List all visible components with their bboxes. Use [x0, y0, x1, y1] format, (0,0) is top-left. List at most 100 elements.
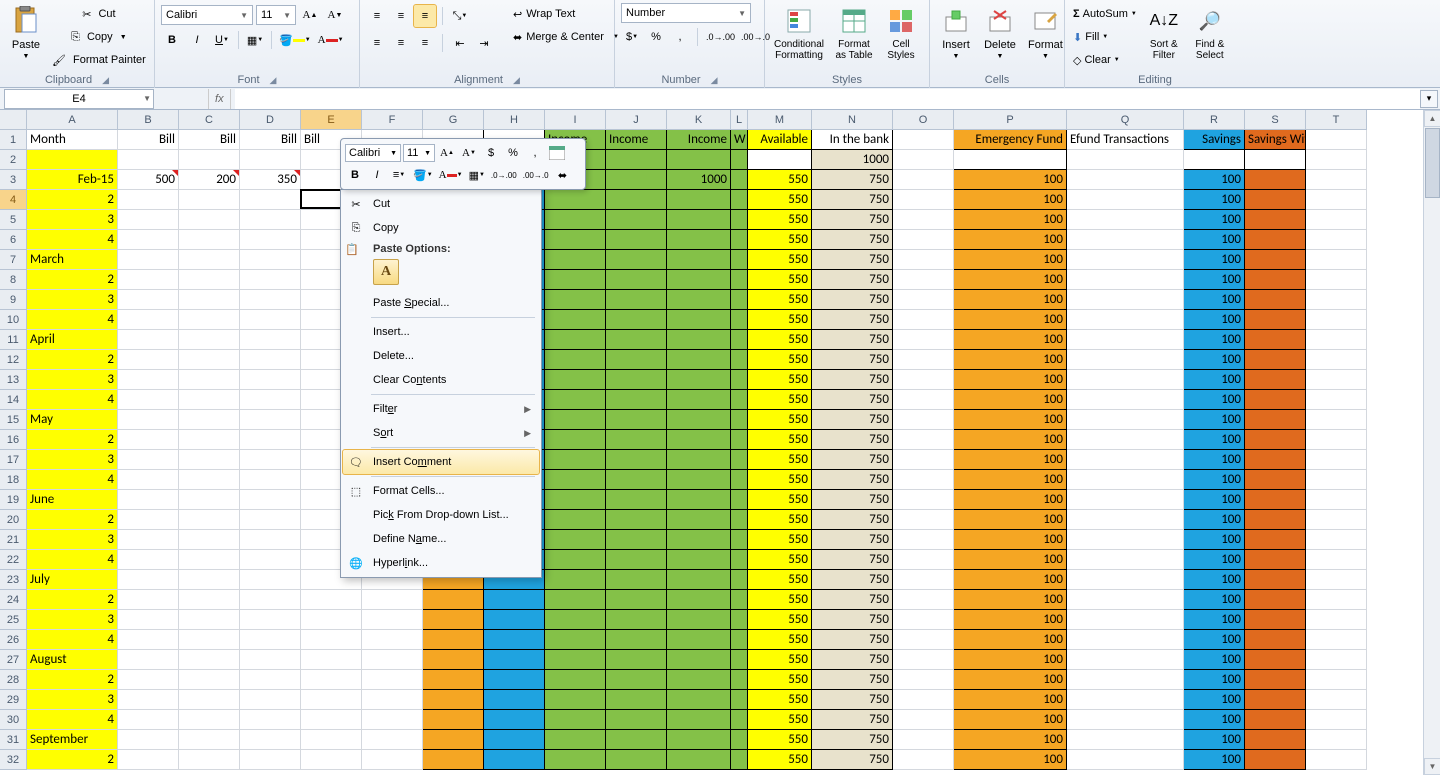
mini-shrink-font[interactable]: A▼: [459, 143, 479, 163]
find-select-button[interactable]: 🔎Find & Select: [1189, 3, 1231, 63]
mini-inc-decimal[interactable]: .0→.00: [489, 165, 519, 185]
cell-C3[interactable]: 200: [179, 170, 240, 190]
cell-P32[interactable]: 100: [954, 750, 1067, 770]
cell-N8[interactable]: 750: [812, 270, 893, 290]
cell-E29[interactable]: [301, 690, 362, 710]
cell-T22[interactable]: [1306, 550, 1367, 570]
cell-J32[interactable]: [606, 750, 667, 770]
cell-S1[interactable]: Savings Withdrawn: [1245, 130, 1306, 150]
cell-R2[interactable]: [1184, 150, 1245, 170]
cell-S31[interactable]: [1245, 730, 1306, 750]
cell-I18[interactable]: [545, 470, 606, 490]
cell-B9[interactable]: [118, 290, 179, 310]
cell-M10[interactable]: 550: [748, 310, 812, 330]
cell-Q1[interactable]: Efund Transactions: [1067, 130, 1184, 150]
cell-I29[interactable]: [545, 690, 606, 710]
cell-C10[interactable]: [179, 310, 240, 330]
cell-I15[interactable]: [545, 410, 606, 430]
col-header-H[interactable]: H: [484, 110, 545, 130]
cell-D3[interactable]: 350: [240, 170, 301, 190]
cell-K11[interactable]: [667, 330, 731, 350]
cell-O7[interactable]: [893, 250, 954, 270]
cell-C32[interactable]: [179, 750, 240, 770]
cell-J12[interactable]: [606, 350, 667, 370]
cell-H32[interactable]: [484, 750, 545, 770]
cell-P12[interactable]: 100: [954, 350, 1067, 370]
cell-L1[interactable]: W: [731, 130, 748, 150]
cell-O11[interactable]: [893, 330, 954, 350]
wrap-text-button[interactable]: ↩Wrap Text: [511, 3, 621, 25]
row-header-19[interactable]: 19: [0, 490, 27, 510]
cell-S3[interactable]: [1245, 170, 1306, 190]
cell-T29[interactable]: [1306, 690, 1367, 710]
cell-I11[interactable]: [545, 330, 606, 350]
cell-P20[interactable]: 100: [954, 510, 1067, 530]
cell-E25[interactable]: [301, 610, 362, 630]
cell-B19[interactable]: [118, 490, 179, 510]
cell-O9[interactable]: [893, 290, 954, 310]
cell-S26[interactable]: [1245, 630, 1306, 650]
format-as-table-button[interactable]: Format as Table: [831, 3, 877, 63]
cell-R28[interactable]: 100: [1184, 670, 1245, 690]
cell-C15[interactable]: [179, 410, 240, 430]
cell-D9[interactable]: [240, 290, 301, 310]
mini-align[interactable]: ≡▼: [389, 165, 409, 185]
cell-I4[interactable]: [545, 190, 606, 210]
cell-N10[interactable]: 750: [812, 310, 893, 330]
col-header-O[interactable]: O: [893, 110, 954, 130]
cell-M13[interactable]: 550: [748, 370, 812, 390]
cell-A5[interactable]: 3: [27, 210, 118, 230]
row-header-7[interactable]: 7: [0, 250, 27, 270]
cell-B4[interactable]: [118, 190, 179, 210]
cell-M9[interactable]: 550: [748, 290, 812, 310]
row-header-29[interactable]: 29: [0, 690, 27, 710]
cell-C14[interactable]: [179, 390, 240, 410]
cell-A17[interactable]: 3: [27, 450, 118, 470]
cell-K7[interactable]: [667, 250, 731, 270]
cell-B2[interactable]: [118, 150, 179, 170]
cell-A25[interactable]: 3: [27, 610, 118, 630]
cell-T6[interactable]: [1306, 230, 1367, 250]
cell-D10[interactable]: [240, 310, 301, 330]
cell-R8[interactable]: 100: [1184, 270, 1245, 290]
paste-button[interactable]: Paste ▼: [6, 3, 46, 62]
cell-J22[interactable]: [606, 550, 667, 570]
cell-J31[interactable]: [606, 730, 667, 750]
cell-Q7[interactable]: [1067, 250, 1184, 270]
col-header-I[interactable]: I: [545, 110, 606, 130]
cell-R13[interactable]: 100: [1184, 370, 1245, 390]
cell-S5[interactable]: [1245, 210, 1306, 230]
cell-N31[interactable]: 750: [812, 730, 893, 750]
cell-Q29[interactable]: [1067, 690, 1184, 710]
cell-K25[interactable]: [667, 610, 731, 630]
cell-D8[interactable]: [240, 270, 301, 290]
cell-S23[interactable]: [1245, 570, 1306, 590]
cell-R21[interactable]: 100: [1184, 530, 1245, 550]
align-bottom-button[interactable]: ≡: [414, 5, 436, 27]
cell-P31[interactable]: 100: [954, 730, 1067, 750]
cell-C6[interactable]: [179, 230, 240, 250]
cell-D15[interactable]: [240, 410, 301, 430]
cell-S20[interactable]: [1245, 510, 1306, 530]
cell-C2[interactable]: [179, 150, 240, 170]
cell-B30[interactable]: [118, 710, 179, 730]
decrease-indent-button[interactable]: ⇤: [449, 32, 471, 54]
cell-T20[interactable]: [1306, 510, 1367, 530]
cell-A16[interactable]: 2: [27, 430, 118, 450]
cell-A3[interactable]: Feb-15: [27, 170, 118, 190]
cell-E26[interactable]: [301, 630, 362, 650]
cell-A9[interactable]: 3: [27, 290, 118, 310]
cell-O8[interactable]: [893, 270, 954, 290]
row-header-26[interactable]: 26: [0, 630, 27, 650]
cell-P10[interactable]: 100: [954, 310, 1067, 330]
mini-percent[interactable]: %: [503, 143, 523, 163]
cell-Q28[interactable]: [1067, 670, 1184, 690]
col-header-N[interactable]: N: [812, 110, 893, 130]
row-header-31[interactable]: 31: [0, 730, 27, 750]
cell-M18[interactable]: 550: [748, 470, 812, 490]
cell-B31[interactable]: [118, 730, 179, 750]
menu-cut[interactable]: ✂Cut: [343, 192, 539, 216]
cell-A13[interactable]: 3: [27, 370, 118, 390]
cell-C23[interactable]: [179, 570, 240, 590]
cell-B7[interactable]: [118, 250, 179, 270]
